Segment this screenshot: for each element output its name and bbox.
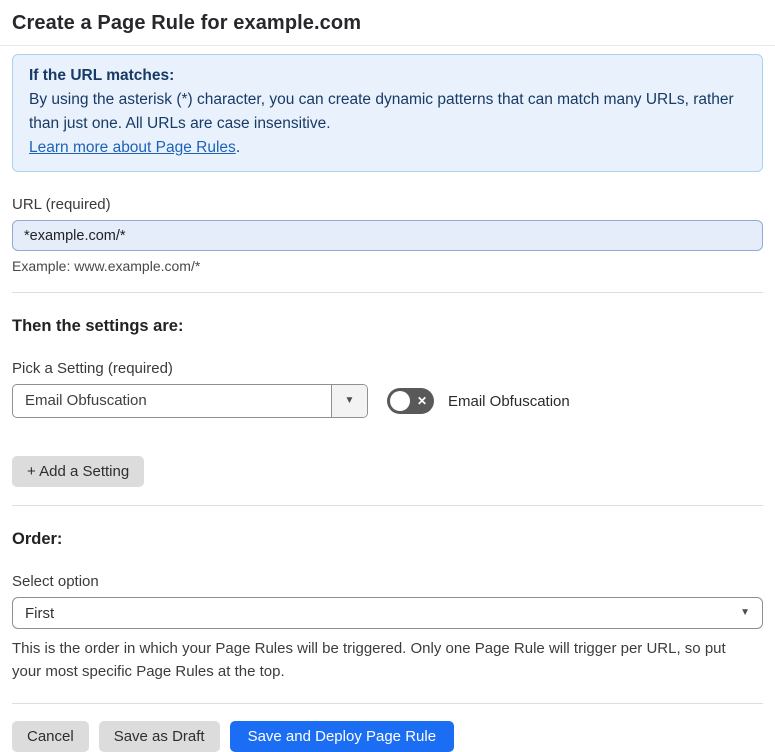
section-divider: [12, 292, 763, 293]
url-input[interactable]: [12, 220, 763, 251]
setting-row: Email Obfuscation ▼ ✕ Email Obfuscation: [12, 384, 763, 418]
toggle-knob: [390, 391, 410, 411]
learn-more-link[interactable]: Learn more about Page Rules: [29, 139, 236, 156]
section-divider: [12, 505, 763, 506]
pick-setting-label: Pick a Setting (required): [12, 360, 173, 377]
chevron-down-icon: ▼: [740, 607, 750, 618]
pick-setting-select[interactable]: Email Obfuscation ▼: [12, 384, 368, 418]
toggle-label: Email Obfuscation: [448, 392, 570, 410]
email-obfuscation-toggle[interactable]: ✕: [387, 388, 434, 414]
order-select[interactable]: First ▼: [12, 597, 763, 629]
toggle-off-icon: ✕: [416, 394, 427, 408]
save-and-deploy-button[interactable]: Save and Deploy Page Rule: [229, 721, 455, 752]
url-match-info-callout: If the URL matches: By using the asteris…: [12, 54, 763, 172]
save-as-draft-button[interactable]: Save as Draft: [98, 721, 220, 752]
add-setting-button[interactable]: + Add a Setting: [12, 456, 145, 487]
info-heading: If the URL matches:: [29, 67, 175, 84]
footer-divider: [12, 703, 763, 704]
info-link-line: Learn more about Page Rules.: [29, 136, 746, 160]
cancel-button[interactable]: Cancel: [12, 721, 89, 752]
chevron-down-icon: ▼: [344, 395, 355, 406]
select-arrow-segment[interactable]: ▼: [331, 385, 367, 417]
order-section-heading: Order:: [12, 530, 63, 548]
pick-setting-selected-value: Email Obfuscation: [25, 392, 147, 409]
title-divider: [0, 45, 775, 46]
page-title: Create a Page Rule for example.com: [12, 12, 362, 34]
link-period: .: [235, 139, 241, 156]
url-example-text: Example: www.example.com/*: [12, 258, 201, 274]
info-body: By using the asterisk (*) character, you…: [29, 91, 734, 132]
url-field-label: URL (required): [12, 196, 111, 213]
order-select-label: Select option: [12, 573, 99, 590]
order-help-text: This is the order in which your Page Rul…: [12, 640, 726, 680]
footer-actions: Cancel Save as Draft Save and Deploy Pag…: [12, 721, 763, 752]
settings-section-heading: Then the settings are:: [12, 317, 184, 335]
order-selected-value: First: [25, 604, 55, 622]
